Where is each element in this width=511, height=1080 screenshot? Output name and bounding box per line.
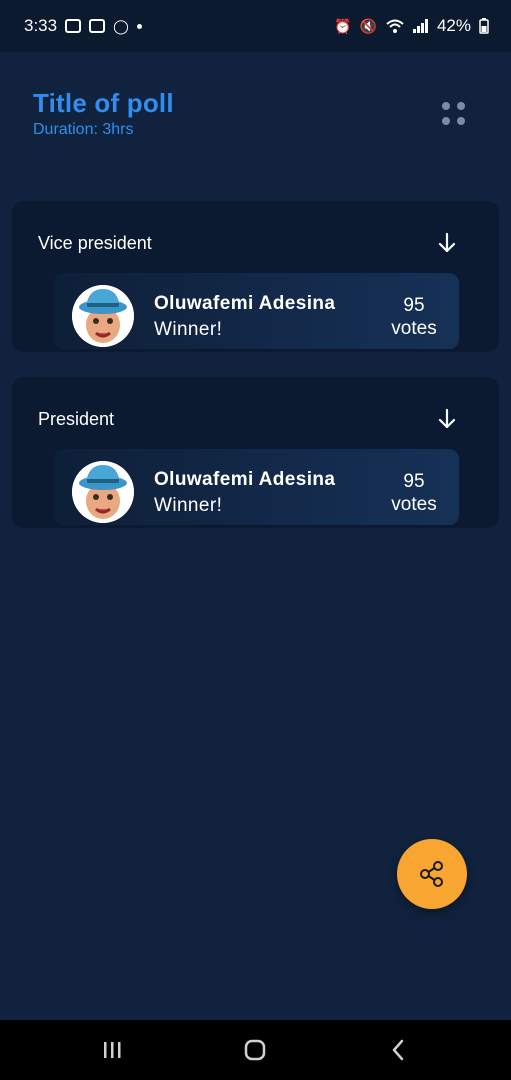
alarm-icon: ⏰	[334, 18, 352, 34]
grid-dot	[457, 117, 465, 125]
vote-count: 95	[403, 295, 425, 316]
arrow-down-icon[interactable]	[435, 231, 459, 255]
more-options-button[interactable]	[438, 98, 470, 130]
system-nav-bar	[0, 1020, 511, 1080]
battery-percent: 42%	[436, 16, 471, 35]
more-notifications-dot-icon	[136, 23, 142, 29]
home-icon	[244, 1039, 266, 1061]
poll-title: Title of poll	[33, 88, 174, 118]
recent-apps-button[interactable]	[97, 1036, 127, 1064]
status-time: 3:33	[24, 16, 58, 35]
poll-header: Title of poll Duration: 3hrs	[33, 88, 174, 139]
vote-count: 95	[403, 471, 425, 492]
section-title: Vice president	[38, 233, 152, 253]
candidate-avatar	[72, 285, 134, 347]
candidate-avatar	[72, 461, 134, 523]
poll-duration: Duration: 3hrs	[33, 121, 134, 138]
memoji-avatar-icon	[72, 461, 134, 523]
memoji-avatar-icon	[72, 285, 134, 347]
position-section-vice-president: Vice president Oluwafemi Adesina Winner!…	[12, 201, 499, 352]
back-button[interactable]	[383, 1036, 413, 1064]
app-notification-icon	[89, 19, 106, 33]
share-button[interactable]	[397, 839, 467, 909]
share-icon	[420, 861, 443, 887]
status-bar: 3:33 ◯ ⏰ 🔇 42%	[0, 0, 511, 52]
arrow-down-icon[interactable]	[435, 407, 459, 431]
signal-icon	[412, 19, 428, 33]
candidate-card[interactable]: Oluwafemi Adesina Winner! 95 votes	[54, 449, 459, 525]
candidate-status: Winner!	[154, 319, 223, 340]
candidate-name: Oluwafemi Adesina	[154, 469, 336, 490]
status-right: ⏰ 🔇 42%	[334, 16, 489, 36]
vote-label: votes	[391, 318, 437, 339]
home-button[interactable]	[240, 1036, 270, 1064]
gallery-notification-icon	[65, 19, 82, 33]
status-left: 3:33 ◯	[24, 16, 142, 36]
battery-icon	[479, 18, 489, 34]
position-section-president: President Oluwafemi Adesina Winner! 95 v…	[12, 377, 499, 528]
candidate-name: Oluwafemi Adesina	[154, 293, 336, 314]
back-icon	[392, 1039, 404, 1061]
vote-label: votes	[391, 494, 437, 515]
mute-icon: 🔇	[359, 18, 377, 34]
wifi-icon	[386, 19, 404, 33]
candidate-card[interactable]: Oluwafemi Adesina Winner! 95 votes	[54, 273, 459, 349]
recent-apps-icon	[104, 1042, 121, 1058]
candidate-status: Winner!	[154, 495, 223, 516]
grid-dot	[442, 117, 450, 125]
grid-dots-icon	[442, 102, 450, 110]
grid-dot	[457, 102, 465, 110]
whatsapp-notification-icon: ◯	[113, 18, 129, 34]
section-title: President	[38, 409, 115, 429]
